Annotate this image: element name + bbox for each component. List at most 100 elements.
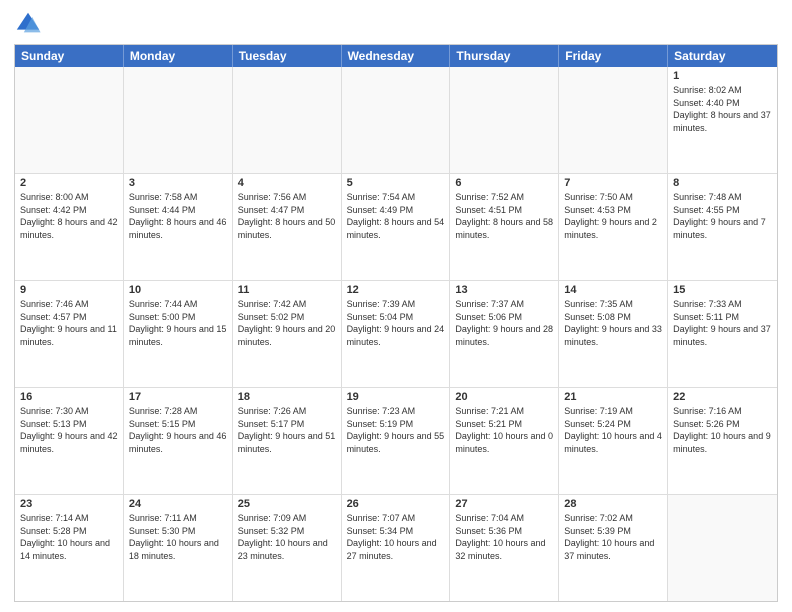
day-number: 11 — [238, 284, 336, 296]
weekday-header-friday: Friday — [559, 45, 668, 67]
calendar-cell: 8 Sunrise: 7:48 AM Sunset: 4:55 PM Daylig… — [668, 174, 777, 280]
calendar-cell: 13 Sunrise: 7:37 AM Sunset: 5:06 PM Dayli… — [450, 281, 559, 387]
cell-info: Sunrise: 7:39 AM Sunset: 5:04 PM Dayligh… — [347, 298, 445, 348]
day-number: 27 — [455, 498, 553, 510]
day-number: 9 — [20, 284, 118, 296]
calendar-cell: 22 Sunrise: 7:16 AM Sunset: 5:26 PM Dayli… — [668, 388, 777, 494]
calendar-cell: 19 Sunrise: 7:23 AM Sunset: 5:19 PM Dayli… — [342, 388, 451, 494]
calendar-cell — [342, 67, 451, 173]
page: SundayMondayTuesdayWednesdayThursdayFrid… — [0, 0, 792, 612]
weekday-header-sunday: Sunday — [15, 45, 124, 67]
day-number: 10 — [129, 284, 227, 296]
day-number: 14 — [564, 284, 662, 296]
calendar-cell — [233, 67, 342, 173]
calendar-header: SundayMondayTuesdayWednesdayThursdayFrid… — [15, 45, 777, 67]
calendar-cell: 2 Sunrise: 8:00 AM Sunset: 4:42 PM Daylig… — [15, 174, 124, 280]
day-number: 26 — [347, 498, 445, 510]
cell-info: Sunrise: 7:44 AM Sunset: 5:00 PM Dayligh… — [129, 298, 227, 348]
cell-info: Sunrise: 7:42 AM Sunset: 5:02 PM Dayligh… — [238, 298, 336, 348]
header — [14, 10, 778, 38]
cell-info: Sunrise: 7:14 AM Sunset: 5:28 PM Dayligh… — [20, 512, 118, 562]
calendar-cell — [124, 67, 233, 173]
calendar-cell: 12 Sunrise: 7:39 AM Sunset: 5:04 PM Dayli… — [342, 281, 451, 387]
logo-icon — [14, 10, 42, 38]
calendar-body: 1Sunrise: 8:02 AM Sunset: 4:40 PM Daylig… — [15, 67, 777, 601]
calendar-cell: 10 Sunrise: 7:44 AM Sunset: 5:00 PM Dayli… — [124, 281, 233, 387]
cell-info: Sunrise: 7:07 AM Sunset: 5:34 PM Dayligh… — [347, 512, 445, 562]
day-number: 16 — [20, 391, 118, 403]
day-number: 8 — [673, 177, 772, 189]
day-number: 13 — [455, 284, 553, 296]
cell-info: Sunrise: 7:46 AM Sunset: 4:57 PM Dayligh… — [20, 298, 118, 348]
weekday-header-wednesday: Wednesday — [342, 45, 451, 67]
calendar-cell — [450, 67, 559, 173]
cell-info: Sunrise: 7:16 AM Sunset: 5:26 PM Dayligh… — [673, 405, 772, 455]
cell-info: Sunrise: 7:30 AM Sunset: 5:13 PM Dayligh… — [20, 405, 118, 455]
logo — [14, 10, 46, 38]
cell-info: Sunrise: 7:35 AM Sunset: 5:08 PM Dayligh… — [564, 298, 662, 348]
day-number: 4 — [238, 177, 336, 189]
day-number: 23 — [20, 498, 118, 510]
day-number: 21 — [564, 391, 662, 403]
day-number: 6 — [455, 177, 553, 189]
weekday-header-saturday: Saturday — [668, 45, 777, 67]
calendar-cell: 15Sunrise: 7:33 AM Sunset: 5:11 PM Dayli… — [668, 281, 777, 387]
calendar-cell: 11 Sunrise: 7:42 AM Sunset: 5:02 PM Dayli… — [233, 281, 342, 387]
day-number: 18 — [238, 391, 336, 403]
calendar-row-1: 2 Sunrise: 8:00 AM Sunset: 4:42 PM Daylig… — [15, 174, 777, 281]
weekday-header-monday: Monday — [124, 45, 233, 67]
cell-info: Sunrise: 7:19 AM Sunset: 5:24 PM Dayligh… — [564, 405, 662, 455]
calendar-cell: 9 Sunrise: 7:46 AM Sunset: 4:57 PM Daylig… — [15, 281, 124, 387]
day-number: 22 — [673, 391, 772, 403]
calendar-cell: 16 Sunrise: 7:30 AM Sunset: 5:13 PM Dayli… — [15, 388, 124, 494]
calendar-cell: 6Sunrise: 7:52 AM Sunset: 4:51 PM Daylig… — [450, 174, 559, 280]
cell-info: Sunrise: 8:00 AM Sunset: 4:42 PM Dayligh… — [20, 191, 118, 241]
cell-info: Sunrise: 7:58 AM Sunset: 4:44 PM Dayligh… — [129, 191, 227, 241]
cell-info: Sunrise: 7:48 AM Sunset: 4:55 PM Dayligh… — [673, 191, 772, 241]
calendar-cell: 26 Sunrise: 7:07 AM Sunset: 5:34 PM Dayli… — [342, 495, 451, 601]
cell-info: Sunrise: 7:56 AM Sunset: 4:47 PM Dayligh… — [238, 191, 336, 241]
calendar-cell: 3 Sunrise: 7:58 AM Sunset: 4:44 PM Daylig… — [124, 174, 233, 280]
day-number: 1 — [673, 70, 772, 82]
cell-info: Sunrise: 7:04 AM Sunset: 5:36 PM Dayligh… — [455, 512, 553, 562]
day-number: 15 — [673, 284, 772, 296]
cell-info: Sunrise: 7:50 AM Sunset: 4:53 PM Dayligh… — [564, 191, 662, 241]
day-number: 2 — [20, 177, 118, 189]
cell-info: Sunrise: 7:09 AM Sunset: 5:32 PM Dayligh… — [238, 512, 336, 562]
calendar-cell: 20Sunrise: 7:21 AM Sunset: 5:21 PM Dayli… — [450, 388, 559, 494]
calendar-cell: 27 Sunrise: 7:04 AM Sunset: 5:36 PM Dayli… — [450, 495, 559, 601]
calendar-cell: 25 Sunrise: 7:09 AM Sunset: 5:32 PM Dayli… — [233, 495, 342, 601]
cell-info: Sunrise: 7:21 AM Sunset: 5:21 PM Dayligh… — [455, 405, 553, 455]
cell-info: Sunrise: 7:28 AM Sunset: 5:15 PM Dayligh… — [129, 405, 227, 455]
day-number: 7 — [564, 177, 662, 189]
calendar-cell: 21 Sunrise: 7:19 AM Sunset: 5:24 PM Dayli… — [559, 388, 668, 494]
calendar-cell: 17 Sunrise: 7:28 AM Sunset: 5:15 PM Dayli… — [124, 388, 233, 494]
cell-info: Sunrise: 7:02 AM Sunset: 5:39 PM Dayligh… — [564, 512, 662, 562]
calendar-row-2: 9 Sunrise: 7:46 AM Sunset: 4:57 PM Daylig… — [15, 281, 777, 388]
calendar-cell: 7 Sunrise: 7:50 AM Sunset: 4:53 PM Daylig… — [559, 174, 668, 280]
cell-info: Sunrise: 7:23 AM Sunset: 5:19 PM Dayligh… — [347, 405, 445, 455]
day-number: 12 — [347, 284, 445, 296]
day-number: 3 — [129, 177, 227, 189]
calendar-cell — [668, 495, 777, 601]
calendar-cell: 18 Sunrise: 7:26 AM Sunset: 5:17 PM Dayli… — [233, 388, 342, 494]
cell-info: Sunrise: 7:26 AM Sunset: 5:17 PM Dayligh… — [238, 405, 336, 455]
day-number: 5 — [347, 177, 445, 189]
day-number: 17 — [129, 391, 227, 403]
day-number: 19 — [347, 391, 445, 403]
day-number: 24 — [129, 498, 227, 510]
weekday-header-tuesday: Tuesday — [233, 45, 342, 67]
calendar-cell: 23 Sunrise: 7:14 AM Sunset: 5:28 PM Dayli… — [15, 495, 124, 601]
calendar: SundayMondayTuesdayWednesdayThursdayFrid… — [14, 44, 778, 602]
cell-info: Sunrise: 7:37 AM Sunset: 5:06 PM Dayligh… — [455, 298, 553, 348]
day-number: 25 — [238, 498, 336, 510]
calendar-row-4: 23 Sunrise: 7:14 AM Sunset: 5:28 PM Dayli… — [15, 495, 777, 601]
calendar-cell: 14 Sunrise: 7:35 AM Sunset: 5:08 PM Dayli… — [559, 281, 668, 387]
calendar-cell — [15, 67, 124, 173]
calendar-cell: 28Sunrise: 7:02 AM Sunset: 5:39 PM Dayli… — [559, 495, 668, 601]
cell-info: Sunrise: 7:54 AM Sunset: 4:49 PM Dayligh… — [347, 191, 445, 241]
weekday-header-thursday: Thursday — [450, 45, 559, 67]
calendar-cell: 1Sunrise: 8:02 AM Sunset: 4:40 PM Daylig… — [668, 67, 777, 173]
calendar-cell — [559, 67, 668, 173]
calendar-cell: 24Sunrise: 7:11 AM Sunset: 5:30 PM Dayli… — [124, 495, 233, 601]
